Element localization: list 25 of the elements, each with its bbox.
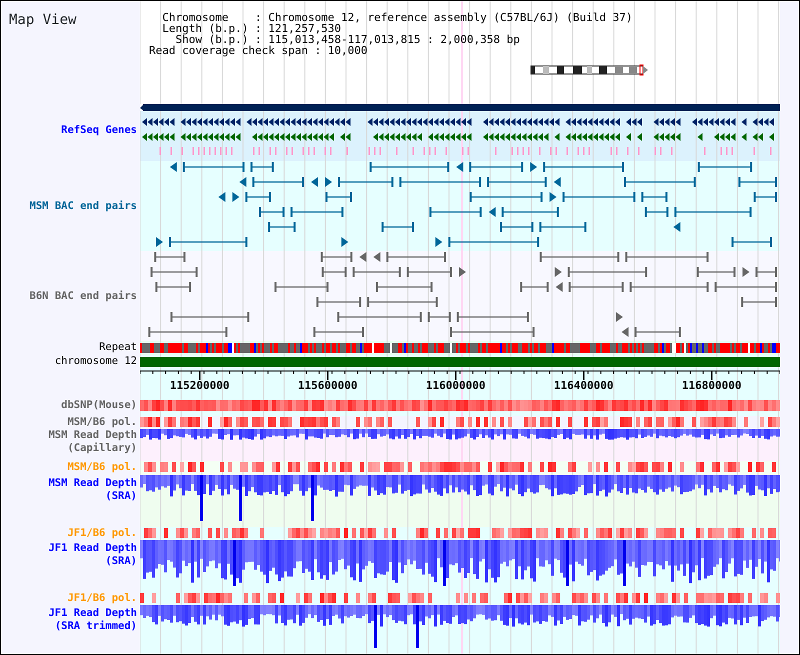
track-label: Repeat: [99, 341, 138, 354]
track-label: chromosome 12: [54, 355, 138, 368]
track-label: MSM Read Depth (Capillary): [48, 429, 138, 455]
scroll-bar[interactable]: [140, 104, 780, 111]
axis-label: 115600000: [298, 379, 358, 392]
view-title: Map View: [8, 11, 78, 30]
track-label: JF1/B6 pol.: [67, 592, 138, 605]
axis-label: 116800000: [682, 379, 742, 392]
track-label: MSM/B6 pol.: [67, 461, 138, 474]
info-line: Show (b.p.) : 115,013,458-117,013,815 : 2,000,358 bp: [175, 34, 521, 45]
track-label: JF1 Read Depth (SRA trimmed): [48, 607, 138, 633]
info-line: Chromosome : Chromosome 12, reference assembly (C57BL/6J) (Build 37): [161, 12, 634, 23]
info-line: Read coverage check span : 10,000: [148, 45, 368, 56]
track-label: JF1 Read Depth (SRA): [48, 542, 138, 568]
track-label: dbSNP(Mouse): [61, 399, 138, 412]
track-label: MSM/B6 pol.: [67, 416, 138, 429]
track-label: JF1/B6 pol.: [67, 527, 138, 540]
track-label: B6N BAC end pairs: [30, 290, 138, 302]
info-line: Length (b.p.) : 121,257,530: [161, 23, 342, 34]
axis-label: 116000000: [426, 379, 486, 392]
axis-label: 116400000: [554, 379, 614, 392]
axis-label: 115200000: [170, 379, 230, 392]
track-label: RefSeq Genes: [61, 124, 138, 137]
track-label: MSM Read Depth (SRA): [48, 477, 138, 503]
track-label: MSM BAC end pairs: [30, 200, 138, 212]
